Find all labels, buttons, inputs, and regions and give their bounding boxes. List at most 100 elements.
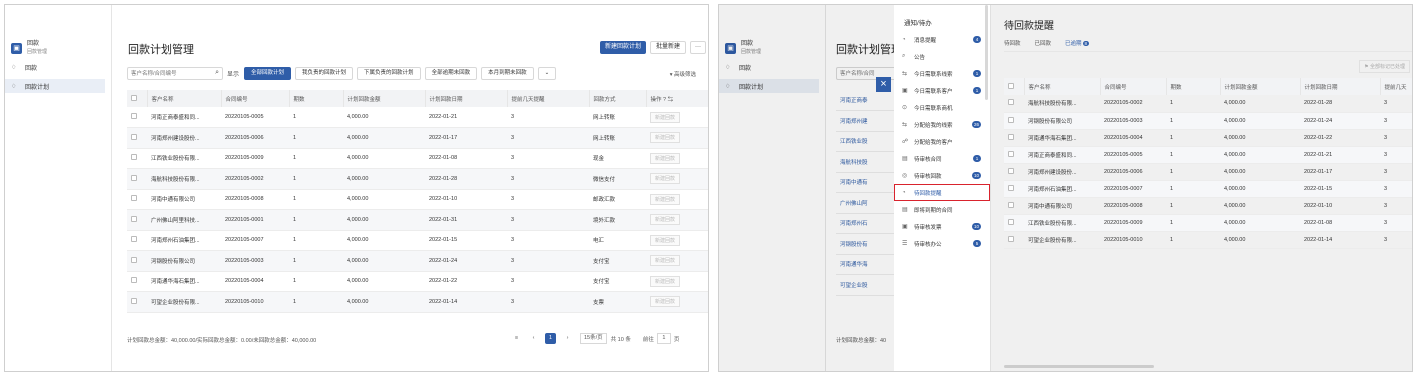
- new-payment-button[interactable]: 新建回款: [650, 111, 681, 123]
- table-row[interactable]: 海航科技股份有限... 20220105-0002 1 4,000.00 2022-01…: [127, 168, 708, 190]
- row-checkbox[interactable]: [127, 230, 147, 251]
- drawer-item[interactable]: ▣ 今日需联系客户 1: [894, 82, 990, 99]
- table-row[interactable]: 河钢股份有限公司 20220105-0003 1 4,000.00 2022-01-24…: [127, 250, 708, 272]
- close-icon[interactable]: ×: [876, 77, 891, 92]
- drawer-item[interactable]: ⌕ 公告: [894, 48, 990, 65]
- customer-link[interactable]: 河钢股份有限公司: [147, 250, 221, 272]
- select-all-checkbox[interactable]: [127, 90, 148, 107]
- customer-link[interactable]: 江西铁业股份有限...: [147, 148, 221, 169]
- table-row[interactable]: 河南郑州建设股份... 20220105-0006 1 4,000.00 2022-01…: [127, 127, 708, 149]
- row-checkbox[interactable]: [127, 148, 147, 169]
- table-row[interactable]: 江西铁业股份有限... 20220105-0009 1 4,000.00 2022-01…: [1004, 214, 1412, 232]
- contract-link[interactable]: 20220105-0001: [221, 209, 289, 231]
- customer-link[interactable]: 河钢股份有限公司: [1024, 112, 1100, 130]
- col-contract[interactable]: 合同编号: [221, 90, 290, 107]
- search-icon[interactable]: ⌕: [215, 69, 219, 77]
- customer-link[interactable]: 河南中通有限公司: [1024, 197, 1100, 215]
- drawer-item[interactable]: ▣ 待审核发票 10: [894, 218, 990, 235]
- col-amount[interactable]: 计划回款金额: [343, 90, 426, 107]
- mark-all-processed-button[interactable]: ⚑ 全部标记已处理: [1359, 60, 1410, 73]
- drawer-item[interactable]: ⇆ 今日需联系线索 1: [894, 65, 990, 82]
- new-payment-button[interactable]: 新建回款: [650, 234, 681, 246]
- row-checkbox[interactable]: [1004, 146, 1024, 164]
- customer-link[interactable]: 河南郑州建设股份...: [147, 127, 221, 149]
- new-payment-button[interactable]: 新建回款: [650, 132, 681, 144]
- contract-link[interactable]: 20220105-0002: [221, 168, 289, 190]
- column-settings-icon[interactable]: ⇆: [668, 97, 674, 103]
- contract-link[interactable]: 20220105-0004: [221, 271, 289, 292]
- contract-link[interactable]: 20220105-0005: [221, 107, 289, 128]
- row-checkbox[interactable]: [1004, 214, 1024, 232]
- batch-create-button[interactable]: 批量新建: [650, 41, 686, 54]
- col-contract[interactable]: 合同编号: [1100, 78, 1167, 95]
- new-payment-button[interactable]: 新建回款: [650, 173, 681, 185]
- col-method[interactable]: 回款方式: [589, 90, 647, 107]
- table-row[interactable]: 河南通华海石集团... 20220105-0004 1 4,000.00 2022-01…: [1004, 129, 1412, 147]
- row-checkbox[interactable]: [127, 168, 147, 190]
- customer-link[interactable]: 海航科技股份有限...: [1024, 95, 1100, 113]
- new-payment-button[interactable]: 新建回款: [650, 275, 681, 287]
- table-row[interactable]: 江西铁业股份有限... 20220105-0009 1 4,000.00 2022-01…: [127, 148, 708, 169]
- contract-link[interactable]: 20220105-0010: [221, 291, 289, 313]
- table-row[interactable]: 广州佛山阿里科技... 20220105-0001 1 4,000.00 2022-01…: [127, 209, 708, 231]
- contract-link[interactable]: 20220105-0009: [221, 148, 289, 169]
- col-amount[interactable]: 计划回款金额: [1220, 78, 1301, 95]
- filter-due-this-month[interactable]: 本月到期未回款: [481, 67, 534, 80]
- new-payment-button[interactable]: 新建回款: [650, 255, 681, 267]
- contract-link[interactable]: 20220105-0006: [221, 127, 289, 149]
- row-checkbox[interactable]: [1004, 129, 1024, 147]
- list-view-icon[interactable]: ≡: [511, 333, 522, 344]
- row-checkbox[interactable]: [1004, 163, 1024, 181]
- more-button[interactable]: ···: [690, 41, 706, 54]
- customer-link[interactable]: 海航科技股份有限...: [147, 168, 221, 190]
- customer-link[interactable]: 可望企业股份有限...: [1024, 231, 1100, 249]
- row-checkbox[interactable]: [127, 189, 147, 210]
- drawer-item[interactable]: ⊙ 今日需联系商机: [894, 99, 990, 116]
- col-remind[interactable]: 提前几天: [1380, 78, 1412, 95]
- customer-link[interactable]: 广州佛山阿里科技...: [147, 209, 221, 231]
- row-checkbox[interactable]: [1004, 231, 1024, 249]
- table-row[interactable]: 河南中通有限公司 20220105-0008 1 4,000.00 2022-01-10…: [127, 189, 708, 210]
- contract-link[interactable]: 20220105-0007: [221, 230, 289, 251]
- row-checkbox[interactable]: [127, 271, 147, 292]
- row-checkbox[interactable]: [127, 107, 147, 128]
- table-row[interactable]: 河南正商泰盛和同... 20220105-0005 1 4,000.00 2022-01…: [127, 107, 708, 128]
- nav-item-payment-plan[interactable]: ♢ 回款计划: [5, 79, 105, 93]
- new-payment-button[interactable]: 新建回款: [650, 296, 681, 308]
- contract-link[interactable]: 20220105-0003: [221, 250, 289, 272]
- customer-link[interactable]: 河南正商泰盛和同...: [1024, 146, 1100, 164]
- customer-link[interactable]: 河南郑州石油集团...: [1024, 180, 1100, 198]
- table-row[interactable]: 海航科技股份有限... 20220105-0002 1 4,000.00 2022-01…: [1004, 95, 1412, 113]
- customer-link[interactable]: 河南中通有限公司: [147, 189, 221, 210]
- col-customer[interactable]: 客户名称: [147, 90, 222, 107]
- drawer-item[interactable]: ▤ 待审核合同 1: [894, 150, 990, 167]
- prev-page-icon[interactable]: ‹: [528, 333, 539, 344]
- new-payment-button[interactable]: 新建回款: [650, 214, 681, 226]
- new-payment-button[interactable]: 新建回款: [650, 152, 681, 164]
- customer-link[interactable]: 河南郑州石油集团...: [147, 230, 221, 251]
- table-row[interactable]: 河南郑州石油集团... 20220105-0007 1 4,000.00 2022-01…: [127, 230, 708, 251]
- table-row[interactable]: 可望企业股份有限... 20220105-0010 1 4,000.00 2022-01…: [127, 291, 708, 313]
- row-checkbox[interactable]: [127, 127, 147, 149]
- new-payment-plan-button[interactable]: 新建回款计划: [600, 41, 646, 54]
- col-remind[interactable]: 提前几天提醒: [507, 90, 590, 107]
- row-checkbox[interactable]: [127, 209, 147, 231]
- col-period[interactable]: 期数: [289, 90, 344, 107]
- page-size-select[interactable]: 15条/页: [580, 333, 607, 344]
- table-row[interactable]: 河南正商泰盛和同... 20220105-0005 1 4,000.00 2022-01…: [1004, 146, 1412, 164]
- goto-page-input[interactable]: 1: [656, 333, 671, 344]
- col-customer[interactable]: 客户名称: [1024, 78, 1101, 95]
- horizontal-scrollbar[interactable]: [1004, 365, 1154, 368]
- table-row[interactable]: 河钢股份有限公司 20220105-0003 1 4,000.00 2022-01-24…: [1004, 112, 1412, 130]
- row-checkbox[interactable]: [1004, 180, 1024, 198]
- drawer-item[interactable]: ◔ 消息提醒 4: [894, 31, 990, 48]
- row-checkbox[interactable]: [127, 291, 147, 313]
- table-row[interactable]: 河南郑州石油集团... 20220105-0007 1 4,000.00 2022-01…: [1004, 180, 1412, 198]
- col-period[interactable]: 期数: [1166, 78, 1221, 95]
- customer-link[interactable]: 河南通华海石集团...: [1024, 129, 1100, 147]
- col-date[interactable]: 计划回款日期: [425, 90, 508, 107]
- filter-all-plans[interactable]: 全部回款计划: [244, 67, 292, 80]
- search-box[interactable]: ⌕: [127, 67, 223, 80]
- nav-item-payment[interactable]: ♢ 回款: [5, 60, 111, 74]
- row-checkbox[interactable]: [1004, 95, 1024, 113]
